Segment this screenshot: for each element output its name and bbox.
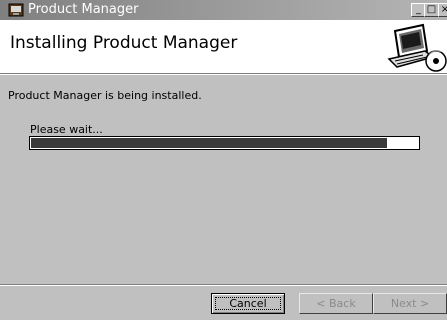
next-label: Next >	[390, 297, 430, 310]
maximize-button[interactable]: □	[424, 3, 439, 17]
back-label: < Back	[316, 297, 356, 310]
header-divider	[0, 73, 447, 75]
progress-bar	[29, 136, 420, 150]
installer-window: Product Manager _ □ × Installing Product…	[0, 0, 447, 320]
cancel-label: Cancel	[229, 297, 267, 310]
status-text: Product Manager is being installed.	[8, 89, 202, 102]
window-title: Product Manager	[28, 2, 139, 17]
close-button[interactable]: ×	[438, 3, 447, 17]
computer-disc-icon	[387, 23, 447, 72]
next-button[interactable]: Next >	[373, 293, 447, 314]
footer-divider	[0, 284, 447, 286]
wait-label: Please wait...	[30, 123, 103, 136]
back-button[interactable]: < Back	[299, 293, 373, 314]
installer-icon	[8, 3, 24, 17]
page-title: Installing Product Manager	[10, 33, 238, 53]
title-bar[interactable]: Product Manager _ □ ×	[0, 0, 447, 20]
cancel-button[interactable]: Cancel	[211, 293, 285, 314]
progress-fill	[31, 138, 387, 148]
wizard-header: Installing Product Manager	[0, 20, 447, 73]
